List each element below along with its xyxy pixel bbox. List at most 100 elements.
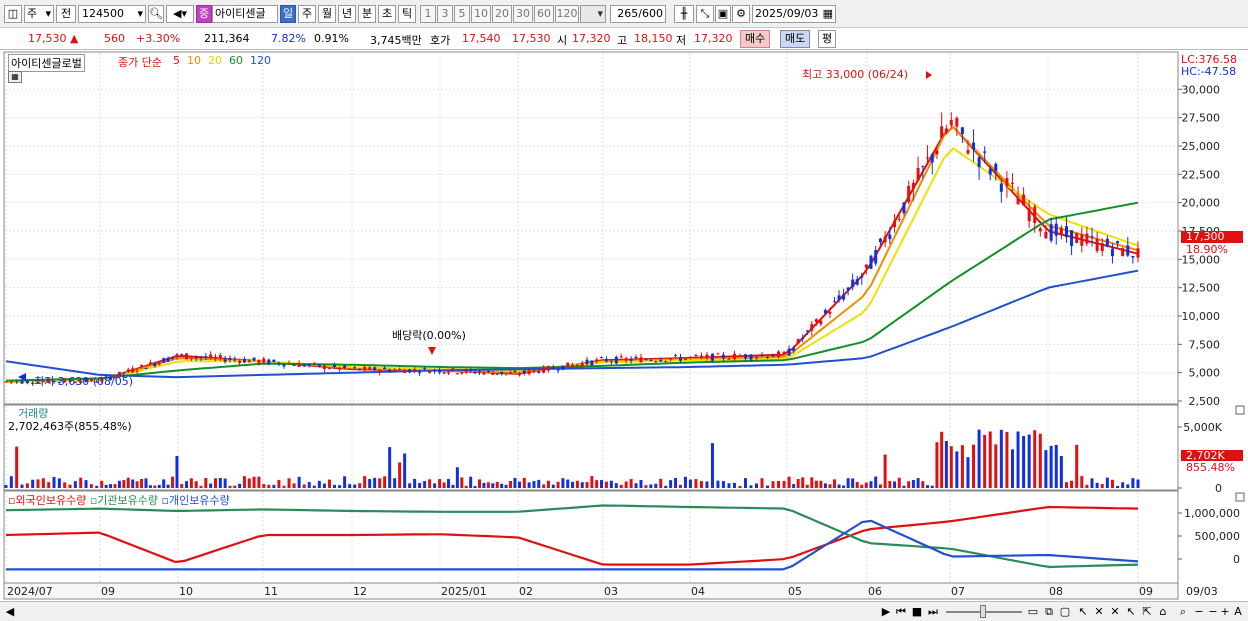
interval-button[interactable]: 120 — [555, 5, 579, 23]
volume-bar — [398, 462, 402, 488]
scroll-left-icon[interactable]: ◀ — [4, 604, 16, 619]
period-year-button[interactable]: 년 — [338, 5, 356, 23]
font-size-icon[interactable]: A — [1232, 604, 1244, 619]
cursor-icon[interactable]: ↖ — [1124, 604, 1138, 619]
candle-body — [805, 330, 809, 332]
count-input[interactable]: 265/600 — [610, 5, 666, 23]
zoom-out-icon[interactable]: − — [1193, 604, 1205, 619]
scroll-right-icon[interactable]: ▶ — [880, 604, 892, 619]
interval-button[interactable]: 60 — [534, 5, 554, 23]
candle-body — [855, 279, 859, 285]
period-week-button[interactable]: 주 — [298, 5, 316, 23]
forward-icon[interactable]: ⏭ — [926, 604, 940, 619]
copy-icon[interactable]: ⧉ — [1042, 604, 1056, 619]
period-tick-button[interactable]: 틱 — [398, 5, 416, 23]
save-icon[interactable]: ▣ — [715, 5, 731, 23]
avg-button[interactable]: 평 — [818, 30, 837, 48]
holding-panel-close-icon[interactable] — [1235, 492, 1245, 502]
interval-button[interactable]: 10 — [471, 5, 491, 23]
pointer-icon[interactable]: ↖ — [1076, 604, 1090, 619]
grid-toggle-icon[interactable]: ▦ — [8, 71, 22, 83]
period-minute-button[interactable]: 분 — [358, 5, 376, 23]
interval-button[interactable]: 3 — [437, 5, 453, 23]
candle-body — [423, 368, 427, 370]
stock-name[interactable]: 아이티센글 — [212, 5, 278, 23]
interval-button[interactable]: 5 — [454, 5, 470, 23]
volume-bar — [1085, 484, 1089, 488]
candle-body — [874, 250, 878, 264]
zoom-icon[interactable]: ⌕ — [1176, 604, 1190, 619]
volume-bar — [1064, 482, 1068, 488]
period-month-button[interactable]: 월 — [318, 5, 336, 23]
candle-body — [960, 127, 964, 135]
price-panel-title[interactable]: 아이티센글로벌 — [8, 54, 85, 72]
date-input[interactable]: 2025/09/03 ▦ — [752, 5, 836, 23]
candle-body — [307, 363, 311, 366]
window-icon[interactable]: ▢ — [1058, 604, 1072, 619]
volume-panel-close-icon[interactable] — [1235, 405, 1245, 415]
volume-bar — [571, 481, 575, 488]
zoom-in-icon[interactable]: + — [1219, 604, 1231, 619]
holding-legend-indiv[interactable]: ▫개인보유수량 — [162, 494, 230, 507]
speaker-icon[interactable]: ◀▾ — [166, 5, 194, 23]
volume-bar — [500, 483, 504, 488]
period-second-button[interactable]: 초 — [378, 5, 396, 23]
minus-icon[interactable]: − — [1207, 604, 1219, 619]
volume-bar — [469, 476, 473, 488]
market-select[interactable]: 주 ▾ — [24, 5, 54, 23]
settings-icon[interactable]: ⌂ — [1156, 604, 1170, 619]
volume-bar — [1033, 430, 1037, 488]
stock-code-input[interactable]: 124500 ▾ — [78, 5, 146, 23]
stop-icon[interactable]: ■ — [910, 604, 924, 619]
candle-body — [312, 363, 316, 365]
volume-bar — [63, 482, 67, 488]
candle-body — [727, 358, 731, 360]
window-icon[interactable]: ◫ — [4, 5, 22, 23]
candle-body — [1064, 226, 1068, 238]
period-day-button[interactable]: 일 — [280, 5, 296, 23]
volume-bar — [312, 485, 316, 488]
candle-body — [556, 369, 560, 371]
interval-button[interactable]: 1 — [420, 5, 436, 23]
chart-canvas[interactable]: 30,00027,50025,00022,50020,00017,50015,0… — [0, 51, 1248, 603]
volume-bar — [393, 478, 397, 488]
y-tick-label: 2,500 — [1189, 395, 1221, 408]
chart-area[interactable]: 30,00027,50025,00022,50020,00017,50015,0… — [0, 51, 1248, 603]
interval-button[interactable]: 20 — [492, 5, 512, 23]
zoom-slider-handle[interactable] — [980, 605, 986, 618]
volume-bar — [1136, 479, 1140, 488]
layout-icon[interactable]: ▭ — [1026, 604, 1040, 619]
volume-bar — [930, 485, 934, 488]
volume-bar — [272, 484, 276, 488]
candle-type-icon[interactable]: ╫ — [674, 5, 694, 23]
search-icon[interactable]: 🔍︎ — [148, 5, 164, 23]
interval-button[interactable]: 30 — [513, 5, 533, 23]
volume-bar — [199, 485, 203, 488]
volume-bar — [513, 477, 517, 488]
price-value: 17,530 — [28, 32, 67, 45]
volume-bar — [940, 431, 944, 488]
sell-button[interactable]: 매도 — [780, 30, 811, 48]
volume-bar — [180, 484, 184, 488]
candle-body — [897, 218, 901, 220]
holding-legend-inst[interactable]: ▫기관보유수량 — [90, 494, 158, 507]
candle-body — [460, 372, 464, 374]
period-type-button[interactable]: 전 — [56, 5, 76, 23]
gear-icon[interactable]: ⚙ — [732, 5, 750, 23]
custom-interval-select[interactable]: ▾ — [580, 5, 606, 23]
holding-legend-foreign[interactable]: ▫외국인보유수량 — [8, 494, 86, 507]
cross-icon[interactable]: ✕ — [1092, 604, 1106, 619]
candle-body — [1126, 245, 1130, 256]
y-axis-ticks: 30,00027,50025,00022,50020,00017,50015,0… — [1178, 83, 1240, 566]
cross-alt-icon[interactable]: ✕ — [1108, 604, 1122, 619]
x-tick-label: 2025/01 — [441, 585, 487, 598]
volume-bar — [1016, 431, 1020, 488]
candle-body — [893, 220, 897, 228]
multi-cursor-icon[interactable]: ⇱ — [1140, 604, 1154, 619]
volume-bar — [683, 476, 687, 488]
rewind-icon[interactable]: ⏮ — [894, 604, 908, 619]
buy-button[interactable]: 매수 — [740, 30, 771, 48]
draw-tool-icon[interactable]: ⤡ — [696, 5, 714, 23]
candle-body — [580, 363, 584, 367]
candle-body — [267, 359, 271, 365]
